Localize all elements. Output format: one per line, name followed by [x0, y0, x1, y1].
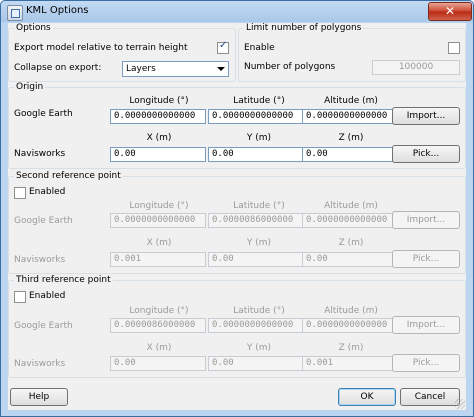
second-google-earth-label: Google Earth: [14, 216, 73, 226]
origin-x-header: X (m): [146, 133, 172, 143]
origin-import-button[interactable]: Import...: [392, 107, 460, 125]
origin-altitude-input[interactable]: 0.0000000000000: [302, 109, 398, 124]
origin-x-input[interactable]: 0.00: [110, 147, 206, 162]
second-reference-group-title: Second reference point: [14, 171, 123, 181]
second-pick-button[interactable]: Pick...: [392, 250, 460, 268]
second-x-header: X (m): [146, 238, 172, 248]
origin-y-input[interactable]: 0.00: [208, 147, 304, 162]
third-latitude-header: Latitude (°): [233, 306, 285, 316]
second-enabled-label: Enabled: [29, 187, 66, 197]
third-navisworks-label: Navisworks: [14, 359, 66, 369]
origin-z-input[interactable]: 0.00: [302, 147, 398, 162]
number-of-polygons-input[interactable]: 100000: [372, 60, 460, 75]
origin-longitude-input[interactable]: 0.0000000000000: [110, 109, 206, 124]
third-x-input[interactable]: 0.00: [110, 356, 206, 371]
origin-y-header: Y (m): [246, 133, 272, 143]
second-navisworks-label: Navisworks: [14, 255, 66, 265]
dialog-body: Options Export model relative to terrain…: [8, 23, 466, 410]
origin-z-header: Z (m): [338, 133, 364, 143]
third-longitude-input[interactable]: 0.0000086000000: [110, 318, 206, 333]
resize-grip-icon[interactable]: [455, 399, 465, 409]
origin-latitude-header: Latitude (°): [233, 96, 285, 106]
second-longitude-input[interactable]: 0.0000000000000: [110, 213, 206, 228]
third-y-input[interactable]: 0.00: [208, 356, 304, 371]
third-import-button[interactable]: Import...: [392, 316, 460, 334]
limit-enable-label: Enable: [244, 43, 275, 53]
second-x-input[interactable]: 0.001: [110, 252, 206, 267]
export-relative-checkbox[interactable]: [217, 40, 229, 54]
second-latitude-input[interactable]: 0.0000086000000: [208, 213, 304, 228]
window-title: KML Options: [26, 5, 89, 16]
export-relative-label: Export model relative to terrain height: [14, 43, 188, 53]
third-pick-button[interactable]: Pick...: [392, 354, 460, 372]
second-altitude-input[interactable]: 0.0000000000000: [302, 213, 398, 228]
limit-polygons-group-title: Limit number of polygons: [244, 23, 364, 33]
options-group-title: Options: [14, 23, 53, 33]
limit-enable-checkbox[interactable]: [448, 42, 460, 54]
second-y-input[interactable]: 0.00: [208, 252, 304, 267]
third-x-header: X (m): [146, 343, 172, 353]
cancel-button[interactable]: Cancel: [400, 388, 460, 406]
close-button[interactable]: ✕: [428, 2, 472, 21]
third-google-earth-label: Google Earth: [14, 321, 73, 331]
origin-navisworks-label: Navisworks: [14, 149, 66, 159]
collapse-on-export-select[interactable]: Layers: [122, 61, 229, 77]
second-enabled-checkbox[interactable]: [14, 187, 26, 199]
third-enabled-label: Enabled: [29, 291, 66, 301]
collapse-on-export-label: Collapse on export:: [14, 63, 102, 73]
third-z-header: Z (m): [338, 343, 364, 353]
origin-latitude-input[interactable]: 0.0000000000000: [208, 109, 304, 124]
third-longitude-header: Longitude (°): [129, 306, 189, 316]
third-altitude-header: Altitude (m): [324, 306, 378, 316]
second-y-header: Y (m): [246, 238, 272, 248]
second-z-input[interactable]: 0.00: [302, 252, 398, 267]
second-z-header: Z (m): [338, 238, 364, 248]
collapse-on-export-value: Layers: [126, 64, 156, 74]
second-altitude-header: Altitude (m): [324, 201, 378, 211]
third-altitude-input[interactable]: 0.0000000000000: [302, 318, 398, 333]
second-import-button[interactable]: Import...: [392, 211, 460, 229]
origin-longitude-header: Longitude (°): [129, 96, 189, 106]
origin-pick-button[interactable]: Pick...: [392, 145, 460, 163]
app-window-icon: [7, 5, 23, 21]
number-of-polygons-label: Number of polygons: [244, 62, 336, 72]
third-z-input[interactable]: 0.001: [302, 356, 398, 371]
ok-button[interactable]: OK: [338, 388, 396, 406]
origin-altitude-header: Altitude (m): [324, 96, 378, 106]
second-longitude-header: Longitude (°): [129, 201, 189, 211]
second-latitude-header: Latitude (°): [233, 201, 285, 211]
kml-options-window: KML Options ✕ Options Export model relat…: [0, 0, 474, 417]
third-y-header: Y (m): [246, 343, 272, 353]
third-enabled-checkbox[interactable]: [14, 291, 26, 303]
third-reference-group-title: Third reference point: [14, 275, 113, 285]
third-latitude-input[interactable]: 0.0000000000000: [208, 318, 304, 333]
origin-group-title: Origin: [14, 82, 46, 92]
help-button[interactable]: Help: [10, 388, 68, 406]
origin-google-earth-label: Google Earth: [14, 109, 73, 119]
title-bar[interactable]: KML Options ✕: [1, 1, 473, 23]
chevron-down-icon: [217, 67, 225, 71]
